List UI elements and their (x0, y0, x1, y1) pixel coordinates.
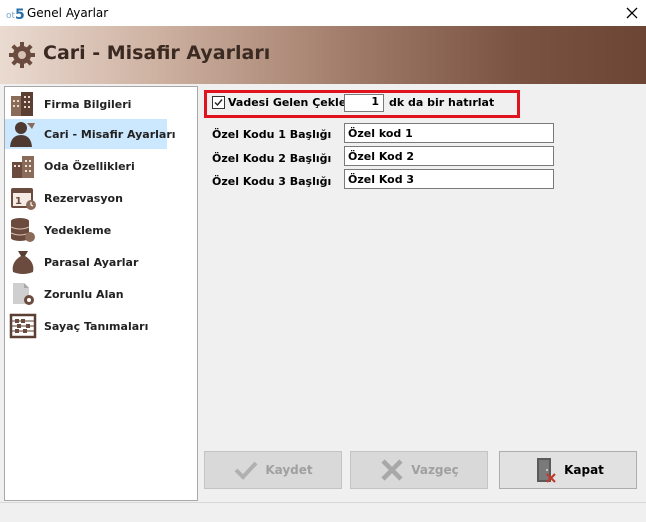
sidebar-item-cari-misafir[interactable]: Cari - Misafir Ayarları (5, 119, 176, 149)
sidebar-item-sayac-tanimalari[interactable]: Sayaç Tanımaları (5, 311, 167, 341)
close-button[interactable]: Kapat (499, 451, 637, 489)
building-icon (11, 92, 33, 116)
money-bag-icon (12, 251, 34, 274)
cancel-button[interactable]: Vazgeç (350, 451, 488, 489)
status-bar (0, 502, 646, 522)
checkmark-icon (234, 461, 258, 480)
reminder-checkbox[interactable] (212, 96, 225, 109)
document-gear-icon (13, 283, 34, 305)
app-icon: ot 5 (6, 7, 24, 21)
svg-text:1: 1 (15, 196, 22, 207)
reminder-suffix-label: dk da bir hatırlat (389, 96, 495, 109)
abacus-icon (9, 313, 37, 339)
ozel-kod-1-label: Özel Kodu 1 Başlığı (212, 128, 332, 141)
sidebar: Firma Bilgileri Cari - Misafir Ayarları … (4, 86, 198, 501)
svg-text:5: 5 (15, 7, 24, 21)
sidebar-item-firma-bilgileri[interactable]: Firma Bilgileri (5, 89, 167, 119)
page-title: Cari - Misafir Ayarları (43, 42, 271, 64)
calendar-icon: 1 (11, 188, 36, 210)
window-title: Genel Ayarlar (27, 6, 109, 20)
ozel-kod-2-input[interactable]: Özel Kod 2 (344, 146, 554, 166)
sidebar-item-zorunlu-alan[interactable]: Zorunlu Alan (5, 279, 167, 309)
ozel-kod-2-label: Özel Kodu 2 Başlığı (212, 152, 332, 165)
reminder-label[interactable]: Vadesi Gelen Çekleri (228, 96, 355, 109)
sidebar-item-oda-ozellikleri[interactable]: Oda Özellikleri (5, 151, 167, 181)
close-window-button[interactable] (618, 0, 646, 26)
ozel-kod-3-label: Özel Kodu 3 Başlığı (212, 175, 332, 188)
rooms-icon (12, 156, 34, 178)
guest-icon (10, 122, 35, 147)
checkmark-icon (214, 99, 223, 107)
sidebar-item-parasal-ayarlar[interactable]: Parasal Ayarlar (5, 247, 167, 277)
exit-door-icon (537, 458, 556, 483)
database-icon (10, 218, 35, 242)
title-bar: ot 5 Genel Ayarlar (0, 0, 646, 26)
ozel-kod-1-input[interactable]: Özel kod 1 (344, 123, 554, 143)
x-icon (381, 459, 403, 481)
sidebar-item-yedekleme[interactable]: Yedekleme (5, 215, 167, 245)
sidebar-item-rezervasyon[interactable]: 1 Rezervasyon (5, 183, 167, 213)
close-icon (626, 7, 638, 19)
header-banner: Cari - Misafir Ayarları (0, 26, 646, 84)
ozel-kod-3-input[interactable]: Özel Kod 3 (344, 169, 554, 189)
reminder-interval-input[interactable]: 1 (344, 94, 384, 112)
save-button[interactable]: Kaydet (204, 451, 342, 489)
gear-icon (9, 42, 35, 68)
